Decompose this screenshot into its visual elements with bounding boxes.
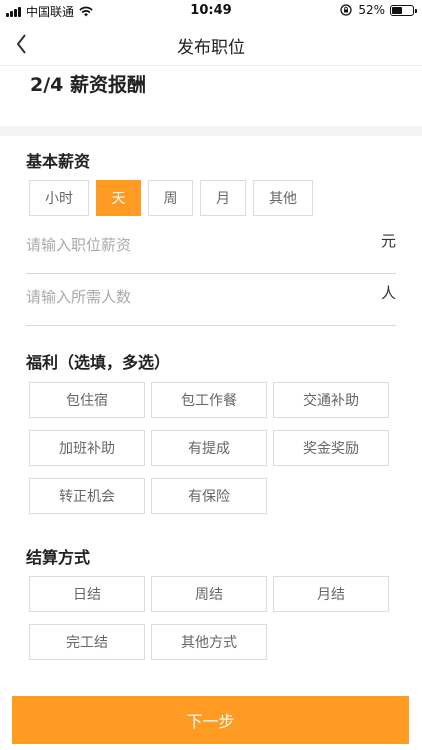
benefits-section-label: 福利（选填，多选） [26, 353, 171, 372]
section-divider [0, 126, 422, 136]
benefit-option-meals[interactable]: 包工作餐 [151, 382, 267, 418]
step-title: 2/4 薪资报酬 [30, 74, 146, 96]
settlement-option-daily[interactable]: 日结 [29, 576, 145, 612]
benefit-option-bonus[interactable]: 奖金奖励 [273, 430, 389, 466]
salary-option-other[interactable]: 其他 [253, 180, 313, 216]
salary-option-week[interactable]: 周 [148, 180, 193, 216]
headcount-unit: 人 [380, 284, 396, 302]
settlement-option-completion[interactable]: 完工结 [29, 624, 145, 660]
nav-bar: 发布职位 [0, 22, 422, 66]
status-right: 52% [340, 3, 417, 17]
benefit-option-insurance[interactable]: 有保险 [151, 478, 267, 514]
page-title: 发布职位 [177, 38, 245, 58]
settlement-section-label: 结算方式 [26, 548, 91, 567]
benefit-option-housing[interactable]: 包住宿 [29, 382, 145, 418]
benefit-option-promotion[interactable]: 转正机会 [29, 478, 145, 514]
salary-option-day[interactable]: 天 [96, 180, 141, 216]
count-field: 人 [26, 274, 396, 326]
settlement-option-other[interactable]: 其他方式 [151, 624, 267, 660]
rotation-lock-icon [340, 4, 352, 16]
settlement-option-monthly[interactable]: 月结 [273, 576, 389, 612]
salary-unit: 元 [380, 232, 396, 250]
salary-section-label: 基本薪资 [26, 152, 91, 171]
next-step-button[interactable]: 下一步 [12, 696, 409, 744]
battery-icon [390, 4, 417, 16]
headcount-input[interactable] [26, 284, 356, 310]
battery-percent: 52% [358, 3, 385, 17]
benefit-option-commission[interactable]: 有提成 [151, 430, 267, 466]
salary-option-hour[interactable]: 小时 [29, 180, 89, 216]
salary-option-month[interactable]: 月 [200, 180, 246, 216]
benefit-option-transport[interactable]: 交通补助 [273, 382, 389, 418]
benefit-option-overtime[interactable]: 加班补助 [29, 430, 145, 466]
status-bar: 中国联通 10:49 52% [0, 0, 422, 22]
salary-field: 元 [26, 222, 396, 274]
battery-fill [392, 6, 403, 14]
salary-input[interactable] [26, 232, 356, 258]
settlement-option-weekly[interactable]: 周结 [151, 576, 267, 612]
